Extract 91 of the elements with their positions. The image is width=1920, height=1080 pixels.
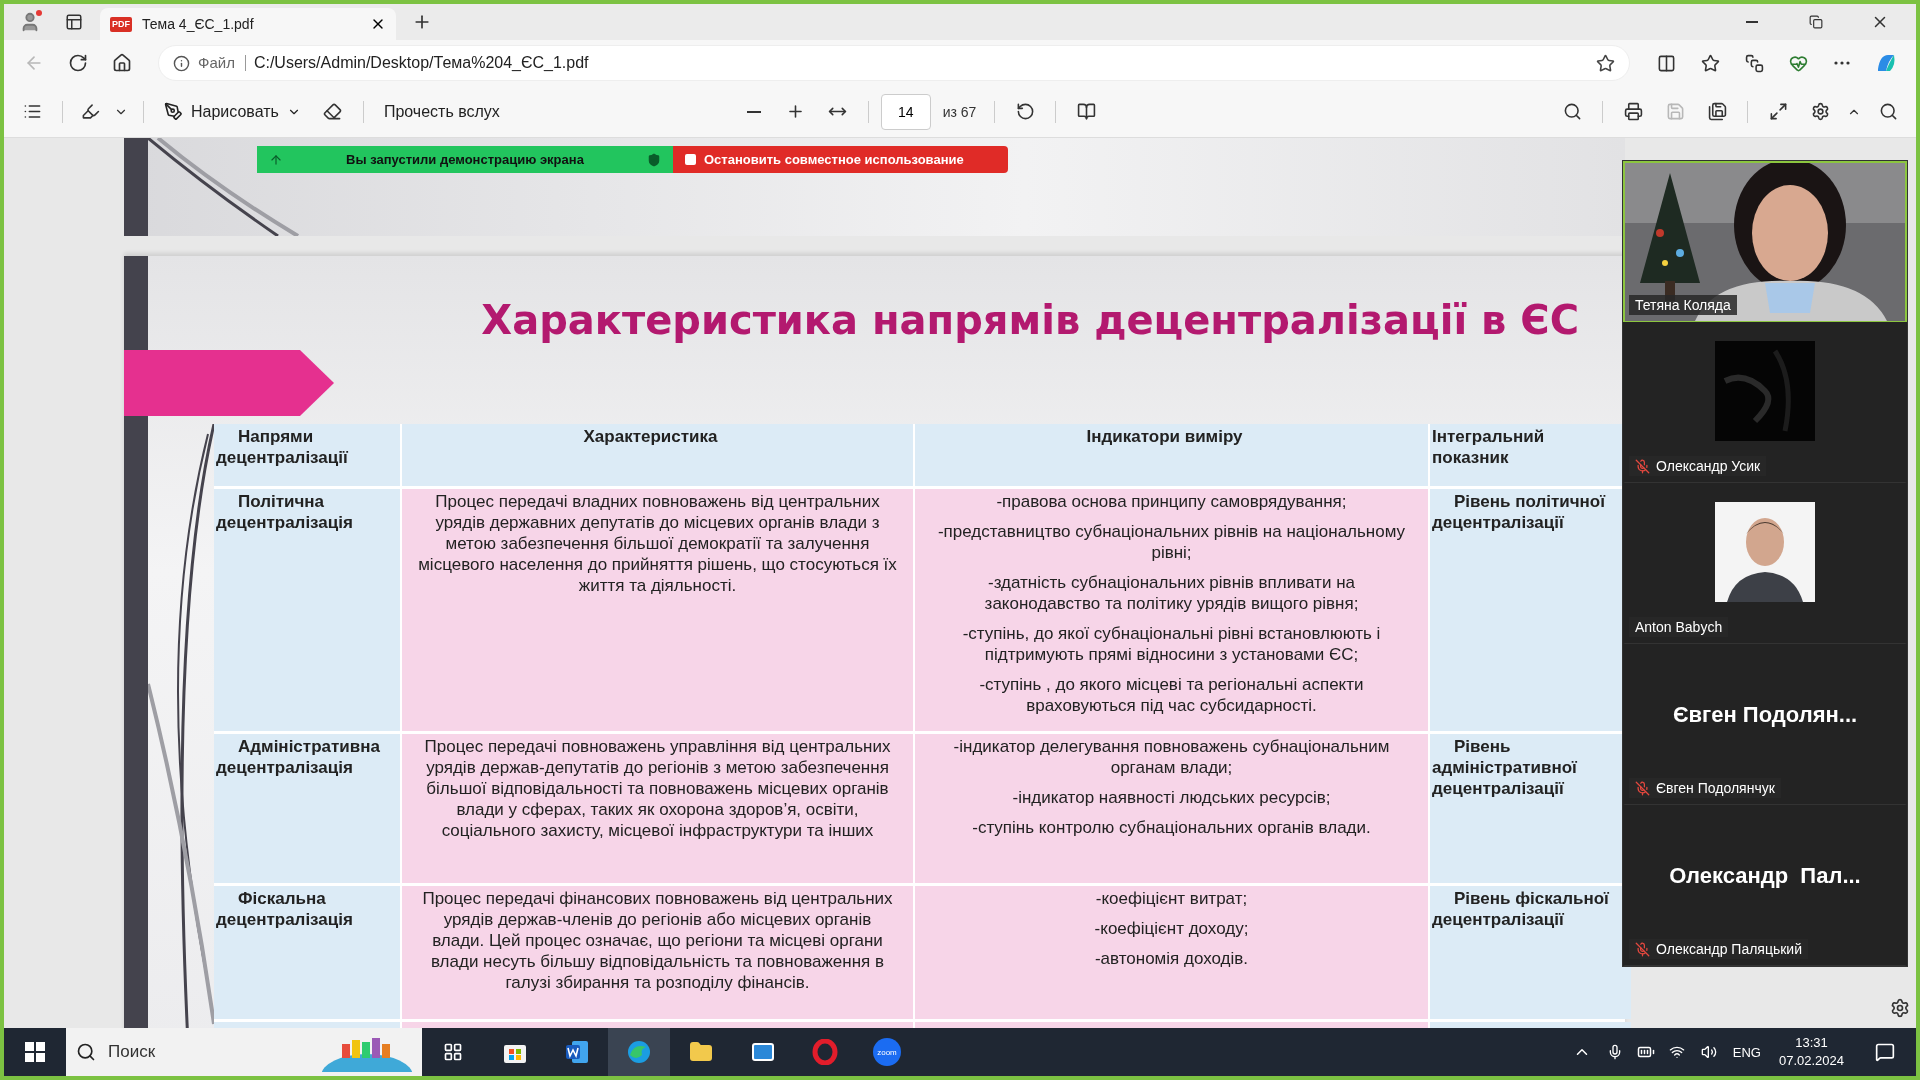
participant-display-name: Євген Подолян... [1672, 702, 1858, 728]
indicator-text: -правова основа принципу самоврядування; [995, 491, 1348, 512]
settings-icon [1810, 102, 1830, 121]
favorite-star-icon[interactable] [1596, 53, 1615, 73]
search-icon [76, 1042, 96, 1062]
search-placeholder: Поиск [108, 1042, 157, 1062]
meeting-app-button[interactable]: zoom [856, 1028, 918, 1076]
pdf-file-icon: PDF [110, 16, 132, 32]
save-icon [1665, 102, 1685, 121]
indicator-text: -автономія доходів. [1093, 948, 1250, 969]
save-as-icon [1707, 102, 1727, 121]
swirl-icon [626, 1039, 652, 1065]
clock[interactable]: 13:31 07.02.2024 [1768, 1034, 1854, 1070]
participant-name: Anton Babych [1635, 619, 1723, 635]
browser-button[interactable] [608, 1028, 670, 1076]
document-w-icon [564, 1039, 590, 1065]
home-icon [112, 53, 132, 73]
share-status-text: Вы запустили демонстрацию экрана [346, 152, 584, 167]
tab-title: Тема 4_ЄС_1.pdf [142, 16, 255, 32]
indicator-text: -ступінь контролю субнаціональних органів влади. [971, 817, 1372, 838]
table-cell: Процес передачі повноважень управління від центральних урядів держав-депутатів до регіонів з метою забезпечення більшої відповідальності та повноважень місцевих органів влади у сферах, таких як охорона здоров’я, освіти, соціального захисту, місцевої інфраструктури та інших [402, 734, 913, 883]
highlighter-icon [80, 102, 100, 121]
indicator-text: -здатність субнаціональних рівнів впливати на законодавство та політику урядів вищого рівня; [983, 572, 1360, 614]
column-header: Напрями децентралізації [214, 424, 400, 486]
page-total: из 67 [941, 103, 978, 120]
taskbar-search-field[interactable]: Поиск [66, 1028, 422, 1076]
printer-icon [1623, 102, 1643, 121]
table-cell: Фіскальна децентралізація [214, 886, 400, 1019]
windows-icon [25, 1042, 45, 1062]
participant-name: Олександр Усик [1656, 458, 1761, 474]
notification-icon [1875, 1042, 1895, 1062]
task-view-icon [443, 1042, 463, 1062]
url-text: C:/Users/Admin/Desktop/Тема%204_ЄС_1.pdf [253, 54, 590, 72]
folder-icon [689, 1040, 713, 1064]
indicator-text: -представництво субнаціональних рівнів на національному рівні; [936, 521, 1407, 563]
indicator-text: -індикатор делегування повноважень субнаціональним органам влади; [952, 736, 1391, 778]
indicator-text: -ступінь , до якого місцеві та регіональні аспекти враховуються під час субсидарності. [978, 674, 1365, 716]
more-icon [1834, 61, 1850, 65]
time-text: 13:31 [1795, 1034, 1828, 1052]
info-icon [173, 54, 190, 72]
column-header: Індикатори виміру [915, 424, 1428, 486]
split-screen-icon [1656, 53, 1676, 73]
indicator-text: -індикатор наявності людських ресурсів; [1011, 787, 1332, 808]
address-field[interactable]: Файл C:/Users/Admin/Desktop/Тема%204_ЄС_1.pdf [158, 45, 1630, 81]
expand-icon [1768, 102, 1788, 121]
language-indicator[interactable]: ENG [1724, 1044, 1769, 1060]
stop-sharing-button[interactable]: Остановить совместное использование [673, 146, 1008, 173]
scheme-label: Файл [198, 55, 246, 71]
page-number-field[interactable]: 14 [880, 93, 931, 130]
draw-button[interactable]: Нарисовать [156, 98, 309, 125]
column-header: Характеристика [402, 424, 913, 486]
favorites-icon [1700, 53, 1720, 73]
indicator-text: -коефіцієнт витрат; [1094, 888, 1249, 909]
wifi-icon[interactable] [1668, 1044, 1685, 1060]
table-cell: Процес передачі владних повноважень від центральних урядів державних депутатів до місцевих органів влади з метою забезпечення більшої демократії та залучення місцевого населення до прийняття рішень, що стосуються їх життя та діяльності. [402, 489, 913, 731]
pen-icon [164, 102, 183, 121]
book-icon [1076, 102, 1096, 121]
participant-name: Євген Подолянчук [1656, 780, 1775, 796]
rotate-icon [1015, 102, 1035, 121]
minus-icon [746, 110, 761, 113]
browser-tab[interactable]: PDF Тема 4_ЄС_1.pdf [100, 8, 396, 40]
table-cell: Процес передачі фінансових повноважень від центральних урядів держав-членів до регіонів або місцевих органів влади. Цей процес означає, що регіони та місцеві органи влади несуть більшу відповідальність та повноваження в галузі збирання та розподілу фінансів. [402, 886, 913, 1019]
shield-icon [647, 152, 661, 167]
indicator-text: -коефіцієнт доходу; [1093, 918, 1250, 939]
minimize-icon [1746, 21, 1758, 23]
eraser-icon [323, 102, 343, 121]
notification-dot [36, 10, 42, 16]
search-icon [1562, 102, 1582, 121]
read-aloud-button[interactable]: Прочесть вслух [375, 98, 508, 125]
share-arrow-icon [269, 152, 283, 167]
date-text: 07.02.2024 [1778, 1052, 1844, 1070]
tab-actions-icon [65, 13, 83, 31]
ring-icon [812, 1039, 838, 1065]
table-cell: Політична децентралізація [214, 489, 400, 731]
heart-pulse-icon [1788, 53, 1808, 73]
restore-icon [1809, 15, 1823, 29]
app-badge: zoom [873, 1038, 901, 1066]
participant-display-name: Олександр Пал... [1669, 863, 1861, 889]
table-cell: Рівень фіскальної децентралізації [1430, 886, 1631, 1019]
slide-title: Характеристика напрямів децентралізації в ЄС [481, 296, 1579, 345]
indicator-text: -ступінь, до якої субнаціональні рівні встановлюють і підтримують прямі відносини з установами ЄС; [961, 623, 1382, 665]
stop-icon [685, 154, 696, 165]
volume-icon[interactable] [1700, 1044, 1717, 1060]
collections-icon [1744, 53, 1764, 73]
settings-icon[interactable] [1890, 998, 1910, 1018]
participant-name: Олександр Паляцький [1656, 941, 1802, 957]
reload-icon [68, 53, 88, 73]
list-icon [22, 102, 42, 121]
participant-name: Тетяна Коляда [1635, 297, 1731, 313]
table-cell: Адміністративна децентралізація [214, 734, 400, 883]
search-icon [1878, 102, 1898, 121]
